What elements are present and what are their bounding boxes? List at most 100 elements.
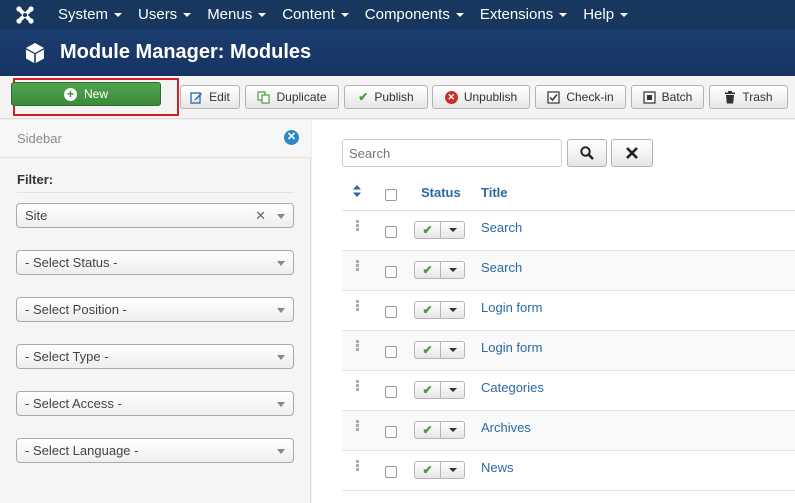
- chevron-down-icon: [277, 214, 285, 219]
- status-toggle[interactable]: ✔: [414, 261, 465, 279]
- edit-button[interactable]: Edit: [180, 85, 240, 109]
- published-check-icon[interactable]: ✔: [415, 222, 441, 238]
- drag-handle-icon[interactable]: [356, 260, 359, 272]
- row-checkbox[interactable]: [385, 386, 397, 398]
- checkin-button-label: Check-in: [566, 90, 614, 104]
- caret-down-icon: [448, 348, 457, 352]
- duplicate-icon: [257, 90, 271, 104]
- search-icon: [580, 146, 594, 160]
- sort-icon[interactable]: [353, 185, 361, 197]
- drag-handle-icon[interactable]: [356, 220, 359, 232]
- status-dropdown[interactable]: [441, 382, 464, 398]
- search-button[interactable]: [567, 139, 607, 167]
- status-dropdown[interactable]: [441, 342, 464, 358]
- module-title-link[interactable]: Search: [481, 220, 522, 235]
- menu-label: Menus: [207, 6, 253, 23]
- module-title-link[interactable]: Archives: [481, 420, 531, 435]
- menu-components[interactable]: Components: [357, 0, 472, 29]
- search-input[interactable]: [342, 139, 562, 167]
- status-toggle[interactable]: ✔: [414, 301, 465, 319]
- language-select[interactable]: - Select Language -: [16, 438, 294, 463]
- module-title-link[interactable]: Login form: [481, 340, 542, 355]
- drag-handle-icon[interactable]: [356, 380, 359, 392]
- clear-icon[interactable]: ✕: [255, 208, 266, 224]
- caret-down-icon: [448, 388, 457, 392]
- status-toggle[interactable]: ✔: [414, 421, 465, 439]
- check-icon: ✔: [358, 90, 369, 104]
- title-column-header[interactable]: Title: [481, 185, 508, 200]
- status-dropdown[interactable]: [441, 422, 464, 438]
- chevron-down-icon: [277, 449, 285, 454]
- select-value: - Select Status -: [25, 255, 118, 270]
- caret-down-icon: [183, 12, 192, 17]
- batch-button-label: Batch: [661, 90, 693, 104]
- module-title-link[interactable]: News: [481, 460, 514, 475]
- menu-users[interactable]: Users: [130, 0, 199, 29]
- status-select[interactable]: - Select Status -: [16, 250, 294, 275]
- select-value: - Select Language -: [25, 443, 139, 458]
- status-column-header[interactable]: Status: [421, 185, 461, 200]
- drag-handle-icon[interactable]: [356, 460, 359, 472]
- caret-down-icon: [448, 228, 457, 232]
- caret-down-icon: [340, 12, 349, 17]
- row-checkbox[interactable]: [385, 466, 397, 478]
- row-checkbox[interactable]: [385, 266, 397, 278]
- menu-content[interactable]: Content: [274, 0, 357, 29]
- publish-button[interactable]: ✔ Publish: [344, 85, 428, 109]
- new-button[interactable]: + New: [11, 82, 161, 106]
- clear-search-button[interactable]: [611, 139, 653, 167]
- batch-button[interactable]: Batch: [631, 85, 704, 109]
- duplicate-button[interactable]: Duplicate: [245, 85, 339, 109]
- row-checkbox[interactable]: [385, 226, 397, 238]
- menu-help[interactable]: Help: [575, 0, 636, 29]
- close-sidebar-icon[interactable]: ✕: [284, 130, 299, 145]
- published-check-icon[interactable]: ✔: [415, 382, 441, 398]
- menu-label: Users: [138, 6, 178, 23]
- checkin-button[interactable]: Check-in: [535, 85, 626, 109]
- joomla-logo-icon[interactable]: [0, 0, 50, 29]
- select-all-checkbox[interactable]: [385, 189, 397, 201]
- status-toggle[interactable]: ✔: [414, 221, 465, 239]
- published-check-icon[interactable]: ✔: [415, 342, 441, 358]
- menu-menus[interactable]: Menus: [199, 0, 274, 29]
- drag-handle-icon[interactable]: [356, 300, 359, 312]
- trash-button[interactable]: Trash: [709, 85, 788, 109]
- row-checkbox[interactable]: [385, 346, 397, 358]
- menu-extensions[interactable]: Extensions: [472, 0, 575, 29]
- chevron-down-icon: [277, 308, 285, 313]
- status-toggle[interactable]: ✔: [414, 461, 465, 479]
- status-dropdown[interactable]: [441, 462, 464, 478]
- status-toggle[interactable]: ✔: [414, 381, 465, 399]
- row-checkbox[interactable]: [385, 426, 397, 438]
- drag-handle-icon[interactable]: [356, 420, 359, 432]
- access-select[interactable]: - Select Access -: [16, 391, 294, 416]
- edit-button-label: Edit: [209, 90, 230, 104]
- published-check-icon[interactable]: ✔: [415, 262, 441, 278]
- menu-system[interactable]: System: [50, 0, 130, 29]
- published-check-icon[interactable]: ✔: [415, 422, 441, 438]
- module-title-link[interactable]: Search: [481, 260, 522, 275]
- plus-circle-icon: +: [63, 87, 77, 101]
- chevron-down-icon: [277, 355, 285, 360]
- status-dropdown[interactable]: [441, 222, 464, 238]
- select-value: - Select Position -: [25, 302, 127, 317]
- status-dropdown[interactable]: [441, 302, 464, 318]
- table-row: ✔ Archives: [342, 411, 795, 451]
- caret-down-icon: [455, 12, 464, 17]
- caret-down-icon: [258, 12, 267, 17]
- trash-button-label: Trash: [742, 90, 773, 104]
- status-dropdown[interactable]: [441, 262, 464, 278]
- status-toggle[interactable]: ✔: [414, 341, 465, 359]
- module-title-link[interactable]: Categories: [481, 380, 544, 395]
- type-select[interactable]: - Select Type -: [16, 344, 294, 369]
- site-select[interactable]: Site ✕: [16, 203, 294, 228]
- position-select[interactable]: - Select Position -: [16, 297, 294, 322]
- sidebar-header: Sidebar ✕: [0, 120, 311, 158]
- module-title-link[interactable]: Login form: [481, 300, 542, 315]
- row-checkbox[interactable]: [385, 306, 397, 318]
- drag-handle-icon[interactable]: [356, 340, 359, 352]
- unpublish-button[interactable]: ✕ Unpublish: [432, 85, 530, 109]
- select-value: - Select Access -: [25, 396, 122, 411]
- published-check-icon[interactable]: ✔: [415, 302, 441, 318]
- published-check-icon[interactable]: ✔: [415, 462, 441, 478]
